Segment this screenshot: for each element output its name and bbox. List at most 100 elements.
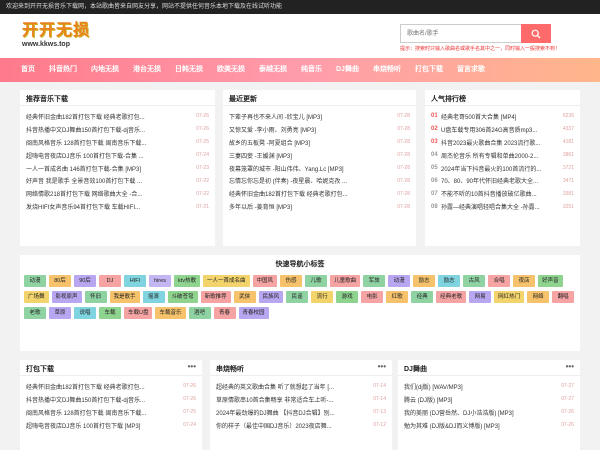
list-item-title[interactable]: 孙露—经典演唱轻唱合集大全 -孙露... [441, 202, 559, 211]
list-item-title[interactable]: 好声音 我是歌手 全景音效100首打包下载 ... [26, 176, 192, 185]
tag-link[interactable]: 励志 [413, 275, 436, 287]
tag-link[interactable]: 民谣 [286, 291, 309, 303]
tag-link[interactable]: 酒吧 [188, 307, 211, 319]
more-icon[interactable]: ••• [378, 362, 386, 371]
list-item[interactable]: 经典怀旧金曲182首打包下载 经典老歌打包... 07-26 [26, 110, 209, 123]
tag-link[interactable]: DJ [99, 275, 121, 287]
list-item[interactable]: 我们(dj版) [WAV/MP3] 07-27 [404, 380, 574, 393]
tag-link[interactable]: 儿童歌曲 [330, 275, 361, 287]
list-item[interactable]: 经典怀旧金曲182首打包下载 经典老歌打包... 07-26 [26, 380, 196, 393]
tag-link[interactable]: 儿歌 [305, 275, 328, 287]
nav-item[interactable]: 日韩无损 [168, 58, 210, 82]
list-item-title[interactable]: 经典怀旧金曲182首打包下载 经典老歌打包... [26, 382, 179, 391]
tag-link[interactable]: 新歌推荐 [200, 291, 231, 303]
tag-link[interactable]: 民族风 [258, 291, 284, 303]
more-icon[interactable]: ••• [188, 362, 196, 371]
tag-link[interactable]: 流行 [311, 291, 334, 303]
list-item[interactable]: 草原情歌串10首合集畅享 非常适合车上听-... 07-14 [216, 393, 386, 406]
tag-link[interactable]: 网络 [527, 291, 550, 303]
tag-link[interactable]: 经典 [411, 291, 434, 303]
tag-link[interactable]: 武侠 [233, 291, 256, 303]
tag-link[interactable]: 好声音 [538, 275, 563, 287]
nav-item[interactable]: 纯音乐 [294, 58, 329, 82]
nav-item[interactable]: 港台无损 [126, 58, 168, 82]
list-item[interactable]: 2024年最劲爆的DJ舞曲 【抖音DJ合辑】别... 07-13 [216, 406, 386, 419]
tag-link[interactable]: 网红热门 [494, 291, 525, 303]
list-item-title[interactable]: 周杰伦音乐 所有专辑和单曲2000-2... [441, 151, 559, 160]
list-item[interactable]: 故乡的五板凳 -阿夏组合 [MP3] 07-28 [229, 136, 410, 149]
list-item-title[interactable]: 腾云 (DJ版) [MP3] [404, 395, 557, 404]
tag-link[interactable]: 经典老歌 [436, 291, 467, 303]
list-item-title[interactable]: 我的美丽 (DJ营岳然、DJ小浩浩版) [MP3] [404, 408, 557, 417]
nav-item[interactable]: 留言求歌 [450, 58, 492, 82]
list-item-title[interactable]: 抖音热播中文DJ舞曲150首打包下载-dj音乐... [26, 125, 192, 134]
list-item[interactable]: 下辈子再也不来人间 -欣宝儿 [MP3] 07-28 [229, 110, 410, 123]
tag-link[interactable]: 广场舞 [24, 291, 49, 303]
list-item[interactable]: 04 周杰伦音乐 所有专辑和单曲2000-2... 3861 [431, 149, 574, 162]
tag-link[interactable]: 青春 [213, 307, 236, 319]
list-item[interactable]: 你的样子（最佳中国DJ音乐）2023夜店舞... 07-12 [216, 419, 386, 432]
list-item[interactable]: 经典怀旧金曲182首打包下载 经典老歌打包... 07-28 [229, 187, 410, 200]
list-item-title[interactable]: 2024年当下抖音最火的100首流行的... [441, 164, 559, 173]
list-item[interactable]: 三妻四妾 -王媛渊 [MP3] 07-28 [229, 149, 410, 162]
nav-item[interactable]: 打包下载 [408, 58, 450, 82]
tag-link[interactable]: 一人一首成名曲 [203, 275, 250, 287]
list-item-title[interactable]: 闽南风格音乐 128首打包下载 闽南音乐下载... [26, 408, 179, 417]
more-icon[interactable]: ••• [566, 362, 574, 371]
tag-link[interactable]: 草原 [49, 307, 71, 319]
tag-link[interactable]: 说唱 [74, 307, 96, 319]
list-item[interactable]: 多年以后 -姜育恒 [MP3] 07-28 [229, 200, 410, 213]
nav-item[interactable]: 泰越无损 [252, 58, 294, 82]
nav-item[interactable]: 内地无损 [84, 58, 126, 82]
list-item[interactable]: 闽南风格音乐 128首打包下载 闽南音乐下载... 07-25 [26, 136, 209, 149]
list-item[interactable]: 一人一首成名曲 146首打包下载-合集 [MP3] 07-23 [26, 162, 209, 175]
list-item-title[interactable]: 网络情歌218首打包下载 网络歌曲大全 -合... [26, 189, 192, 198]
tag-link[interactable]: 励志 [438, 275, 461, 287]
list-item[interactable]: 超经典的英文歌曲合集 听了就想起了当年 [... 07-14 [216, 380, 386, 393]
tag-link[interactable]: 车载音乐 [155, 307, 186, 319]
tag-link[interactable]: 摇滚 [142, 291, 165, 303]
search-button[interactable] [521, 24, 551, 43]
tag-link[interactable]: 车载U盘 [124, 307, 153, 319]
list-item-title[interactable]: 超经典的英文歌曲合集 听了就想起了当年 [... [216, 382, 369, 391]
list-item-title[interactable]: 下辈子再也不来人间 -欣宝儿 [MP3] [229, 112, 393, 121]
tag-link[interactable]: 合唱 [488, 275, 511, 287]
list-item[interactable]: 抖音热播中文DJ舞曲150首打包下载-dj音乐... 07-26 [26, 393, 196, 406]
list-item-title[interactable]: 草原情歌串10首合集畅享 非常适合车上听-... [216, 395, 369, 404]
list-item[interactable]: 闽南风格音乐 128首打包下载 闽南音乐下载... 07-25 [26, 406, 196, 419]
list-item-title[interactable]: 2024年最劲爆的DJ舞曲 【抖音DJ合辑】别... [216, 408, 369, 417]
list-item-title[interactable]: 经典老哥500首大合集 [MP4] [441, 112, 559, 121]
tag-link[interactable]: 80后 [49, 275, 71, 287]
site-logo[interactable]: 开开无损 www.kkws.top [22, 20, 98, 54]
list-item-title[interactable]: 故乡的五板凳 -阿夏组合 [MP3] [229, 138, 393, 147]
tag-link[interactable]: 网易 [469, 291, 492, 303]
tag-link[interactable]: 军旅 [363, 275, 386, 287]
list-item[interactable]: 超嗨电音夜店DJ音乐 100首打包下载-合集 ... 07-24 [26, 149, 209, 162]
list-item-title[interactable]: 70、80、90年代怀旧经典老歌大全... [441, 176, 559, 185]
list-item[interactable]: 发烧HIFI女声音乐94首打包下载 车载HIFI... 07-21 [26, 200, 209, 213]
list-item-title[interactable]: 抖音2023最火歌曲合集 2023流行歌... [441, 138, 559, 147]
tag-link[interactable]: 伤感 [280, 275, 303, 287]
nav-item[interactable]: DJ舞曲 [329, 58, 366, 82]
tag-link[interactable]: 斗破苍穹 [167, 291, 198, 303]
tag-link[interactable]: 动漫 [24, 275, 46, 287]
nav-item[interactable]: 串烧畅听 [366, 58, 408, 82]
list-item[interactable]: 07 不能不听的10首抖音播放破亿歌曲... 3381 [431, 187, 574, 200]
tag-link[interactable]: 动漫 [388, 275, 411, 287]
list-item[interactable]: 好声音 我是歌手 全景音效100首打包下载 ... 07-22 [26, 174, 209, 187]
tag-link[interactable]: 青春校园 [238, 307, 269, 319]
list-item[interactable]: 网络情歌218首打包下载 网络歌曲大全 -合... 07-22 [26, 187, 209, 200]
list-item-title[interactable]: 一人一首成名曲 146首打包下载-合集 [MP3] [26, 164, 192, 173]
tag-link[interactable]: 影视原声 [51, 291, 82, 303]
list-item[interactable]: 06 70、80、90年代怀旧经典老歌大全... 3471 [431, 174, 574, 187]
list-item[interactable]: 我的美丽 (DJ营岳然、DJ小浩浩版) [MP3] 07-26 [404, 406, 574, 419]
tag-link[interactable]: 电影 [361, 291, 384, 303]
tag-link[interactable]: hires [149, 275, 171, 287]
tag-link[interactable]: 翻唱 [552, 291, 575, 303]
tag-link[interactable]: 游戏 [336, 291, 359, 303]
list-item-title[interactable]: 勉为其难 (DJ版&DJ而义博版) [MP3] [404, 421, 557, 430]
list-item-title[interactable]: 我们(dj版) [WAV/MP3] [404, 382, 557, 391]
tag-link[interactable]: 老歌 [24, 307, 46, 319]
tag-link[interactable]: 90后 [74, 275, 96, 287]
list-item-title[interactable]: 夜幕笼罩的城市 -阳山伟伟、Yang.Lc [MP3] [229, 164, 393, 173]
